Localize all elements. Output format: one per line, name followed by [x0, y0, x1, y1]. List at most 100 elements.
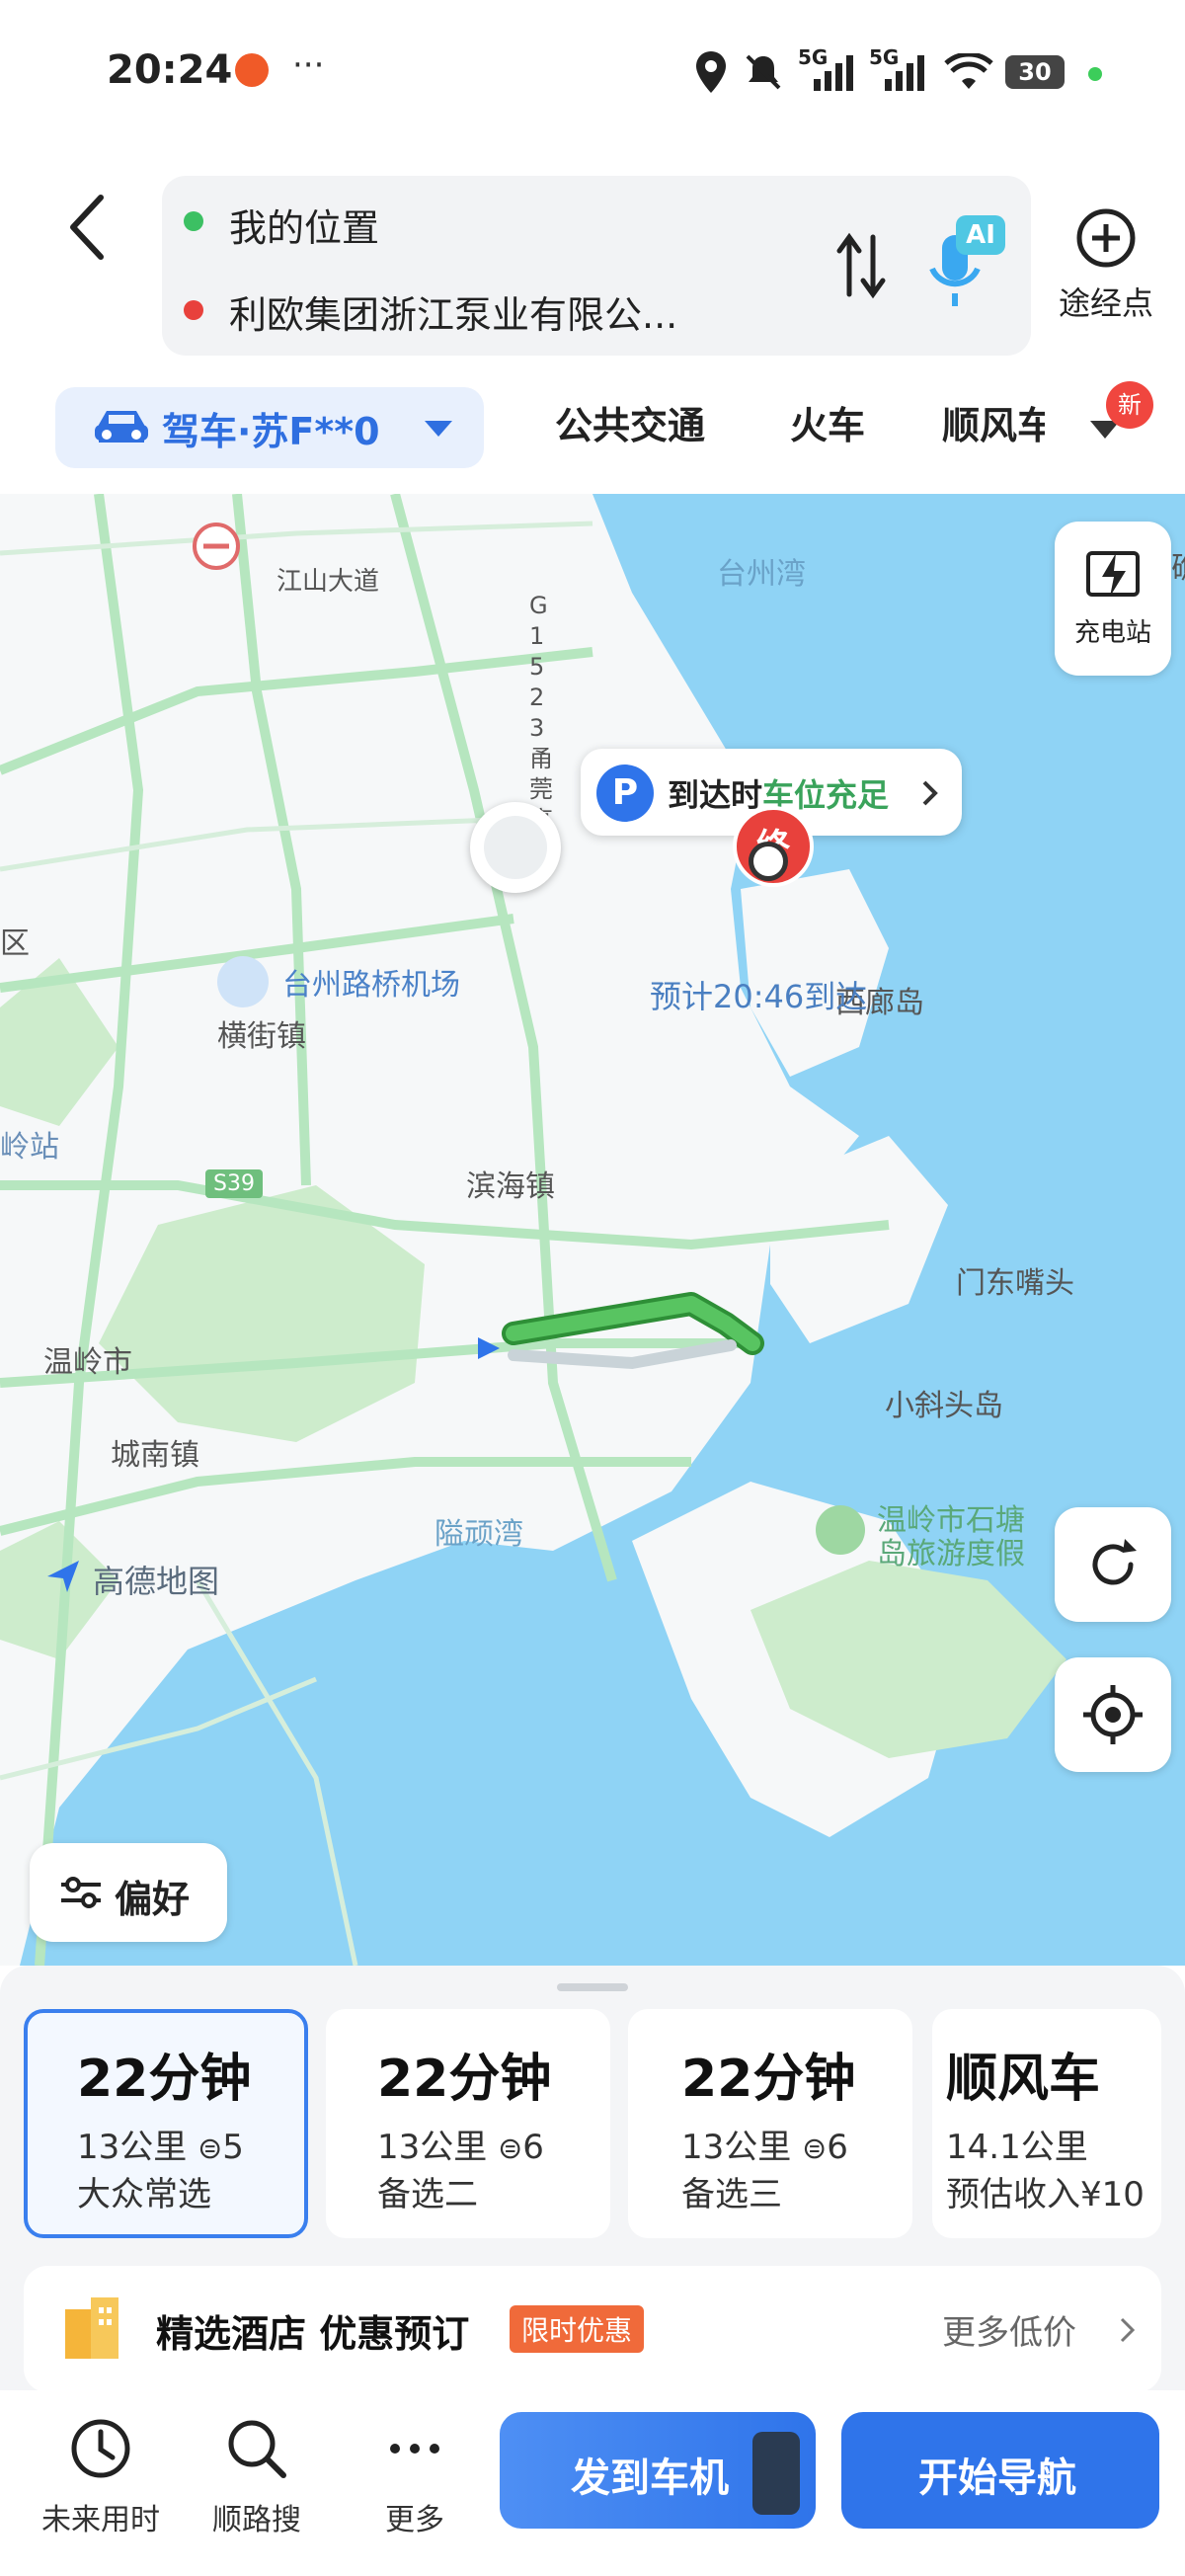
- future-time-label: 未来用时: [41, 2503, 160, 2537]
- sheet-handle[interactable]: [557, 1983, 628, 1991]
- dog-avatar-icon: [484, 816, 547, 879]
- ai-voice-button[interactable]: AI: [922, 215, 1011, 314]
- more-label: 更多: [385, 2503, 444, 2537]
- map-brand: 高德地图: [93, 1563, 220, 1600]
- map-label-taizhou-bay: 台州湾: [717, 557, 806, 592]
- heading-arrow-icon: [478, 1337, 500, 1359]
- route-distance: 13公里 ⊜6: [377, 2128, 544, 2167]
- preference-button[interactable]: 偏好: [30, 1843, 227, 1942]
- charging-label: 充电站: [1073, 618, 1151, 648]
- no-entry-icon: [193, 523, 240, 570]
- tab-drive-label: 驾车·苏F**0: [162, 410, 380, 453]
- map-label-jiangshan-road: 江山大道: [276, 567, 380, 597]
- charging-station-button[interactable]: 充电站: [1055, 522, 1171, 676]
- route-option-1[interactable]: 22分钟 13公里 ⊜5 大众常选: [24, 2009, 308, 2238]
- battery-icon: 30: [1005, 55, 1065, 89]
- route-time: 22分钟: [681, 2050, 856, 2109]
- more-button[interactable]: 更多: [346, 2416, 484, 2538]
- hotel-badge: 限时优惠: [510, 2305, 645, 2353]
- refresh-icon: [1092, 1539, 1137, 1585]
- back-button[interactable]: [59, 188, 118, 267]
- route-time: 22分钟: [77, 2050, 252, 2109]
- map-label-reef: 礁: [1171, 543, 1185, 587]
- tab-train[interactable]: 火车: [790, 395, 865, 449]
- map-label-mendong: 门东嘴头: [956, 1266, 1074, 1301]
- plus-circle-icon: [1076, 208, 1136, 268]
- route-distance: 13公里 ⊜5: [77, 2128, 244, 2167]
- swap-icon[interactable]: [833, 231, 889, 300]
- clock-icon: [71, 2419, 130, 2478]
- new-badge: 新: [1106, 381, 1153, 429]
- more-dots-icon: [390, 2444, 439, 2454]
- amap-logo-icon: [47, 1561, 79, 1592]
- route-option-3[interactable]: 22分钟 13公里 ⊜6 备选三: [628, 2009, 912, 2238]
- current-location-avatar[interactable]: [470, 802, 561, 893]
- hotel-title: 精选酒店 优惠预订: [156, 2312, 470, 2356]
- map-label-hengjie: 横街镇: [217, 1019, 306, 1054]
- search-icon: [228, 2420, 286, 2478]
- map-label-yiwan: 隘顽湾: [434, 1517, 523, 1552]
- destination-field[interactable]: 利欧集团浙江泵业有限公...: [229, 284, 677, 339]
- send-to-car-label: 发到车机: [571, 2455, 729, 2501]
- parking-icon: P: [596, 765, 654, 822]
- caret-down-icon: [425, 421, 452, 437]
- status-time: 20:24: [107, 47, 233, 93]
- preference-label: 偏好: [115, 1878, 191, 1921]
- battery-dot-icon: [1088, 67, 1102, 81]
- route-tag: 备选三: [681, 2175, 782, 2214]
- airport-icon: [217, 956, 269, 1007]
- route-distance: 13公里 ⊜6: [681, 2128, 848, 2167]
- map-view[interactable]: 台州湾 江山大道 G1523甬莞高速 台州路桥机场 横街镇 西廊岛 岭站 区 S…: [0, 494, 1185, 1966]
- status-bar: 20:24 ··· 5G 5G 30: [0, 0, 1185, 148]
- refresh-button[interactable]: [1055, 1507, 1171, 1622]
- wifi-icon: [944, 53, 993, 89]
- origin-field[interactable]: 我的位置: [229, 198, 379, 252]
- future-time-button[interactable]: 未来用时: [32, 2416, 170, 2538]
- tab-transit[interactable]: 公共交通: [555, 395, 705, 449]
- map-label-wenling: 温岭市: [43, 1345, 132, 1380]
- map-canvas: [0, 494, 1185, 1966]
- start-navigation-button[interactable]: 开始导航: [841, 2412, 1159, 2529]
- chevron-left-icon: [70, 195, 104, 260]
- waypoint-label: 途经点: [1058, 284, 1153, 322]
- add-waypoint-button[interactable]: 途经点: [1047, 198, 1165, 336]
- tab-drive[interactable]: 驾车·苏F**0: [55, 387, 484, 468]
- map-label-district: 区: [0, 926, 30, 961]
- ride-distance: 14.1公里: [946, 2128, 1088, 2167]
- car-device-icon: [752, 2432, 800, 2515]
- hotel-more[interactable]: 更多低价: [942, 2305, 1076, 2354]
- tab-ride[interactable]: 顺风车: [942, 395, 1045, 449]
- hotel-building-icon: [65, 2297, 118, 2359]
- route-tag: 备选二: [377, 2175, 478, 2214]
- send-to-car-button[interactable]: 发到车机: [500, 2412, 816, 2529]
- hotel-promo[interactable]: 精选酒店 优惠预订 限时优惠 更多低价: [24, 2266, 1161, 2392]
- route-tag: 大众常选: [77, 2175, 211, 2214]
- route-option-2[interactable]: 22分钟 13公里 ⊜6 备选二: [326, 2009, 610, 2238]
- lightning-icon: [1086, 551, 1140, 597]
- chevron-right-icon: [1120, 2317, 1136, 2343]
- traffic-light-icon: ⊜: [802, 2132, 828, 2166]
- ride-income: 预估收入¥10: [946, 2175, 1145, 2214]
- ai-badge: AI: [956, 215, 1005, 255]
- map-label-chengnan: 城南镇: [111, 1438, 199, 1473]
- origin-dot-icon: [184, 211, 203, 231]
- signal-icon-1: [814, 55, 853, 91]
- chevron-right-icon: [922, 780, 938, 806]
- status-more-icon: ···: [292, 45, 325, 85]
- map-label-airport: 台州路桥机场: [282, 968, 460, 1003]
- app-notification-icon: [235, 53, 269, 87]
- sliders-icon: [61, 1877, 101, 1908]
- search-along-button[interactable]: 顺路搜: [188, 2416, 326, 2538]
- location-icon: [696, 51, 726, 93]
- route-option-ride[interactable]: 顺风车 14.1公里 预估收入¥10: [932, 2009, 1161, 2238]
- map-label-binhai: 滨海镇: [466, 1169, 555, 1204]
- map-label-shitang2: 岛旅游度假: [877, 1537, 1025, 1571]
- map-label-xiaoxietou: 小斜头岛: [885, 1389, 1003, 1423]
- more-modes-button[interactable]: 新: [1076, 381, 1175, 466]
- mute-icon: [746, 54, 781, 90]
- start-navigation-label: 开始导航: [918, 2455, 1076, 2501]
- locate-button[interactable]: [1055, 1657, 1171, 1772]
- parking-prefix: 到达时: [668, 776, 763, 814]
- traffic-light-icon: ⊜: [498, 2132, 523, 2166]
- ride-title: 顺风车: [946, 2050, 1101, 2109]
